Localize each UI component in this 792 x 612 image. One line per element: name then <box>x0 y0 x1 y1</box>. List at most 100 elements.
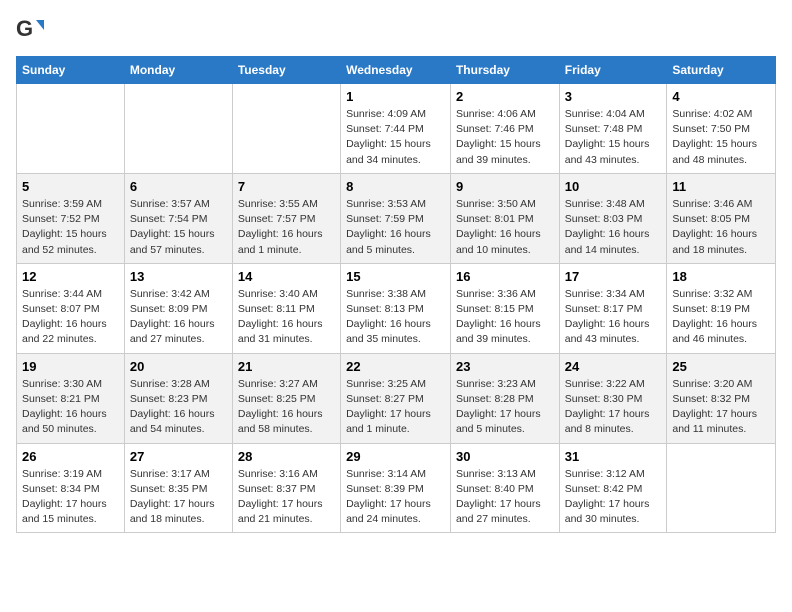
calendar-cell: 28 Sunrise: 3:16 AM Sunset: 8:37 PM Dayli… <box>232 443 340 533</box>
day-info: Sunrise: 3:57 AM Sunset: 7:54 PM Dayligh… <box>130 197 227 258</box>
calendar-week-row: 1 Sunrise: 4:09 AM Sunset: 7:44 PM Daylig… <box>17 84 776 174</box>
day-info: Sunrise: 3:25 AM Sunset: 8:27 PM Dayligh… <box>346 377 445 438</box>
day-number: 18 <box>672 269 770 284</box>
calendar-week-row: 26 Sunrise: 3:19 AM Sunset: 8:34 PM Dayli… <box>17 443 776 533</box>
day-info: Sunrise: 3:53 AM Sunset: 7:59 PM Dayligh… <box>346 197 445 258</box>
day-number: 3 <box>565 89 662 104</box>
day-info: Sunrise: 3:34 AM Sunset: 8:17 PM Dayligh… <box>565 287 662 348</box>
day-info: Sunrise: 3:42 AM Sunset: 8:09 PM Dayligh… <box>130 287 227 348</box>
calendar-header-saturday: Saturday <box>667 57 776 84</box>
day-number: 25 <box>672 359 770 374</box>
day-number: 16 <box>456 269 554 284</box>
calendar-cell: 6 Sunrise: 3:57 AM Sunset: 7:54 PM Daylig… <box>124 173 232 263</box>
day-number: 21 <box>238 359 335 374</box>
calendar-cell: 13 Sunrise: 3:42 AM Sunset: 8:09 PM Dayli… <box>124 263 232 353</box>
day-info: Sunrise: 3:12 AM Sunset: 8:42 PM Dayligh… <box>565 467 662 528</box>
calendar-cell: 21 Sunrise: 3:27 AM Sunset: 8:25 PM Dayli… <box>232 353 340 443</box>
day-number: 11 <box>672 179 770 194</box>
calendar-header-friday: Friday <box>559 57 667 84</box>
day-info: Sunrise: 3:22 AM Sunset: 8:30 PM Dayligh… <box>565 377 662 438</box>
day-number: 7 <box>238 179 335 194</box>
day-number: 4 <box>672 89 770 104</box>
day-number: 10 <box>565 179 662 194</box>
day-info: Sunrise: 3:27 AM Sunset: 8:25 PM Dayligh… <box>238 377 335 438</box>
day-info: Sunrise: 4:09 AM Sunset: 7:44 PM Dayligh… <box>346 107 445 168</box>
day-info: Sunrise: 3:30 AM Sunset: 8:21 PM Dayligh… <box>22 377 119 438</box>
day-number: 9 <box>456 179 554 194</box>
calendar-cell: 26 Sunrise: 3:19 AM Sunset: 8:34 PM Dayli… <box>17 443 125 533</box>
calendar-cell: 25 Sunrise: 3:20 AM Sunset: 8:32 PM Dayli… <box>667 353 776 443</box>
day-number: 20 <box>130 359 227 374</box>
logo: G <box>16 16 48 44</box>
calendar-header-thursday: Thursday <box>450 57 559 84</box>
day-info: Sunrise: 3:14 AM Sunset: 8:39 PM Dayligh… <box>346 467 445 528</box>
day-number: 12 <box>22 269 119 284</box>
calendar-cell: 1 Sunrise: 4:09 AM Sunset: 7:44 PM Daylig… <box>341 84 451 174</box>
calendar-cell: 23 Sunrise: 3:23 AM Sunset: 8:28 PM Dayli… <box>450 353 559 443</box>
calendar-cell: 10Sunrise: 3:48 AM Sunset: 8:03 PM Dayli… <box>559 173 667 263</box>
day-number: 26 <box>22 449 119 464</box>
day-number: 5 <box>22 179 119 194</box>
calendar-cell: 20Sunrise: 3:28 AM Sunset: 8:23 PM Dayli… <box>124 353 232 443</box>
calendar-cell: 7 Sunrise: 3:55 AM Sunset: 7:57 PM Daylig… <box>232 173 340 263</box>
calendar-cell: 19Sunrise: 3:30 AM Sunset: 8:21 PM Dayli… <box>17 353 125 443</box>
calendar-week-row: 5Sunrise: 3:59 AM Sunset: 7:52 PM Daylig… <box>17 173 776 263</box>
day-number: 29 <box>346 449 445 464</box>
day-info: Sunrise: 3:17 AM Sunset: 8:35 PM Dayligh… <box>130 467 227 528</box>
day-number: 6 <box>130 179 227 194</box>
calendar-cell: 22Sunrise: 3:25 AM Sunset: 8:27 PM Dayli… <box>341 353 451 443</box>
day-number: 2 <box>456 89 554 104</box>
calendar-cell: 27 Sunrise: 3:17 AM Sunset: 8:35 PM Dayli… <box>124 443 232 533</box>
day-number: 31 <box>565 449 662 464</box>
day-number: 27 <box>130 449 227 464</box>
day-info: Sunrise: 3:19 AM Sunset: 8:34 PM Dayligh… <box>22 467 119 528</box>
calendar-week-row: 19Sunrise: 3:30 AM Sunset: 8:21 PM Dayli… <box>17 353 776 443</box>
day-number: 17 <box>565 269 662 284</box>
day-number: 13 <box>130 269 227 284</box>
calendar-table: SundayMondayTuesdayWednesdayThursdayFrid… <box>16 56 776 533</box>
day-number: 23 <box>456 359 554 374</box>
day-info: Sunrise: 3:20 AM Sunset: 8:32 PM Dayligh… <box>672 377 770 438</box>
calendar-header-tuesday: Tuesday <box>232 57 340 84</box>
day-number: 15 <box>346 269 445 284</box>
calendar-cell <box>667 443 776 533</box>
day-number: 30 <box>456 449 554 464</box>
day-info: Sunrise: 3:32 AM Sunset: 8:19 PM Dayligh… <box>672 287 770 348</box>
calendar-cell: 2Sunrise: 4:06 AM Sunset: 7:46 PM Daylig… <box>450 84 559 174</box>
calendar-week-row: 12Sunrise: 3:44 AM Sunset: 8:07 PM Dayli… <box>17 263 776 353</box>
day-info: Sunrise: 3:16 AM Sunset: 8:37 PM Dayligh… <box>238 467 335 528</box>
calendar-cell: 4 Sunrise: 4:02 AM Sunset: 7:50 PM Daylig… <box>667 84 776 174</box>
calendar-cell: 12Sunrise: 3:44 AM Sunset: 8:07 PM Dayli… <box>17 263 125 353</box>
day-info: Sunrise: 4:02 AM Sunset: 7:50 PM Dayligh… <box>672 107 770 168</box>
calendar-cell: 29 Sunrise: 3:14 AM Sunset: 8:39 PM Dayli… <box>341 443 451 533</box>
calendar-cell: 18 Sunrise: 3:32 AM Sunset: 8:19 PM Dayli… <box>667 263 776 353</box>
page-header: G <box>16 16 776 44</box>
calendar-cell: 24 Sunrise: 3:22 AM Sunset: 8:30 PM Dayli… <box>559 353 667 443</box>
day-number: 14 <box>238 269 335 284</box>
svg-text:G: G <box>16 16 33 41</box>
calendar-cell <box>232 84 340 174</box>
calendar-cell: 16 Sunrise: 3:36 AM Sunset: 8:15 PM Dayli… <box>450 263 559 353</box>
calendar-header-row: SundayMondayTuesdayWednesdayThursdayFrid… <box>17 57 776 84</box>
calendar-header-monday: Monday <box>124 57 232 84</box>
calendar-cell <box>124 84 232 174</box>
day-info: Sunrise: 3:36 AM Sunset: 8:15 PM Dayligh… <box>456 287 554 348</box>
day-number: 28 <box>238 449 335 464</box>
day-number: 24 <box>565 359 662 374</box>
day-info: Sunrise: 4:04 AM Sunset: 7:48 PM Dayligh… <box>565 107 662 168</box>
calendar-cell: 17 Sunrise: 3:34 AM Sunset: 8:17 PM Dayli… <box>559 263 667 353</box>
logo-icon: G <box>16 16 44 44</box>
day-number: 1 <box>346 89 445 104</box>
day-number: 8 <box>346 179 445 194</box>
day-info: Sunrise: 3:50 AM Sunset: 8:01 PM Dayligh… <box>456 197 554 258</box>
day-info: Sunrise: 3:55 AM Sunset: 7:57 PM Dayligh… <box>238 197 335 258</box>
calendar-cell: 5Sunrise: 3:59 AM Sunset: 7:52 PM Daylig… <box>17 173 125 263</box>
calendar-cell: 14 Sunrise: 3:40 AM Sunset: 8:11 PM Dayli… <box>232 263 340 353</box>
calendar-cell: 8 Sunrise: 3:53 AM Sunset: 7:59 PM Daylig… <box>341 173 451 263</box>
day-info: Sunrise: 3:40 AM Sunset: 8:11 PM Dayligh… <box>238 287 335 348</box>
calendar-cell: 30Sunrise: 3:13 AM Sunset: 8:40 PM Dayli… <box>450 443 559 533</box>
calendar-cell: 11Sunrise: 3:46 AM Sunset: 8:05 PM Dayli… <box>667 173 776 263</box>
day-info: Sunrise: 3:23 AM Sunset: 8:28 PM Dayligh… <box>456 377 554 438</box>
calendar-cell: 15 Sunrise: 3:38 AM Sunset: 8:13 PM Dayli… <box>341 263 451 353</box>
day-info: Sunrise: 3:38 AM Sunset: 8:13 PM Dayligh… <box>346 287 445 348</box>
